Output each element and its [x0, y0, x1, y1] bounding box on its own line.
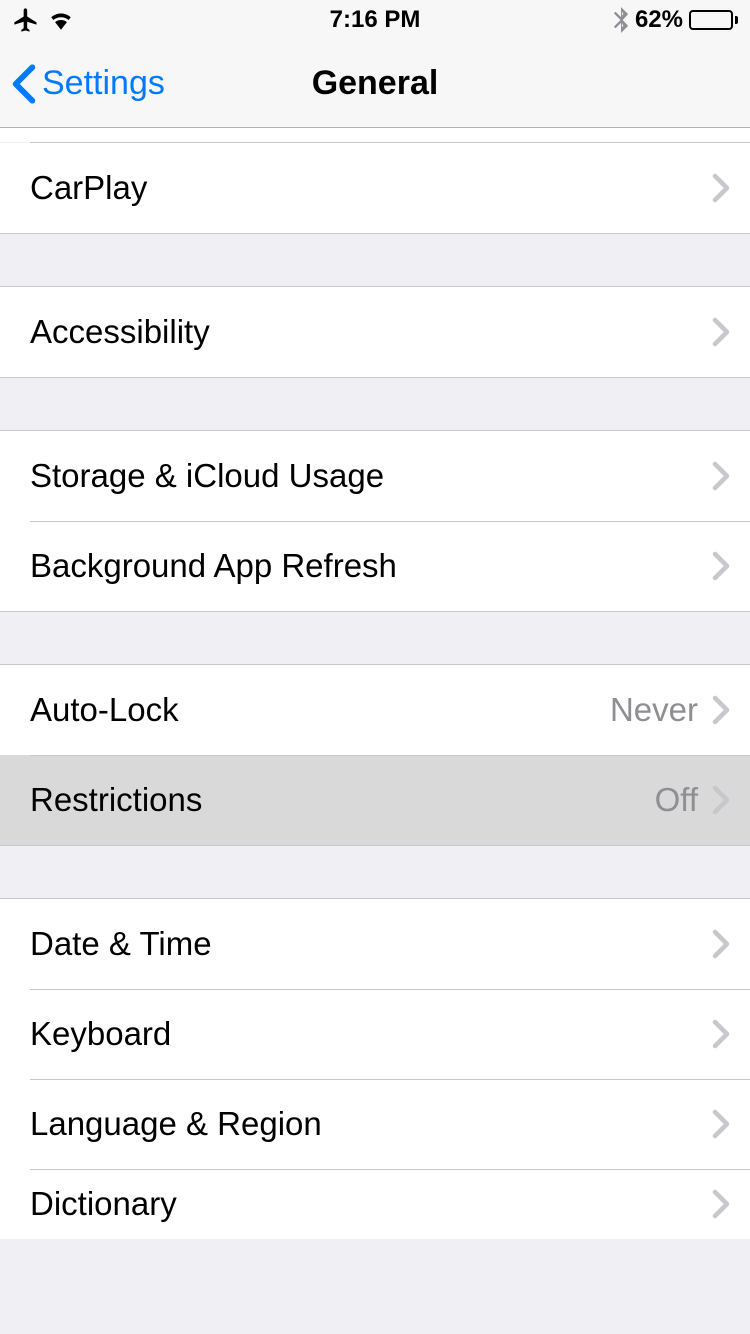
- cell-restrictions[interactable]: Restrictions Off: [0, 755, 750, 845]
- chevron-right-icon: [712, 785, 730, 815]
- group-accessibility: Accessibility: [0, 286, 750, 378]
- cell-label: Restrictions: [30, 781, 655, 819]
- chevron-right-icon: [712, 173, 730, 203]
- chevron-right-icon: [712, 695, 730, 725]
- cell-label: Keyboard: [30, 1015, 712, 1053]
- status-time: 7:16 PM: [330, 6, 421, 34]
- cell-label: Storage & iCloud Usage: [30, 457, 712, 495]
- chevron-right-icon: [712, 929, 730, 959]
- cell-date-time[interactable]: Date & Time: [0, 899, 750, 989]
- cell-label: Language & Region: [30, 1105, 712, 1143]
- cell-carplay[interactable]: CarPlay: [0, 143, 750, 233]
- cell-label: CarPlay: [30, 169, 712, 207]
- chevron-right-icon: [712, 1189, 730, 1219]
- status-bar: 7:16 PM 62%: [0, 0, 750, 40]
- cell-label: Dictionary: [30, 1185, 712, 1223]
- cell-value: Off: [655, 781, 698, 819]
- settings-list: CarPlay Accessibility Storage & iCloud U…: [0, 128, 750, 1239]
- chevron-right-icon: [712, 1019, 730, 1049]
- cell-label: Accessibility: [30, 313, 712, 351]
- cell-dictionary[interactable]: Dictionary: [0, 1169, 750, 1239]
- cell-storage-icloud[interactable]: Storage & iCloud Usage: [0, 431, 750, 521]
- bluetooth-icon: [613, 7, 629, 33]
- chevron-right-icon: [712, 551, 730, 581]
- group-locale: Date & Time Keyboard Language & Region D…: [0, 898, 750, 1239]
- cell-accessibility[interactable]: Accessibility: [0, 287, 750, 377]
- nav-bar: Settings General: [0, 40, 750, 128]
- battery-percent: 62%: [635, 6, 683, 34]
- back-button[interactable]: Settings: [0, 64, 165, 104]
- cell-label: Auto-Lock: [30, 691, 610, 729]
- group-lock: Auto-Lock Never Restrictions Off: [0, 664, 750, 846]
- cell-language-region[interactable]: Language & Region: [0, 1079, 750, 1169]
- page-title: General: [312, 64, 439, 103]
- chevron-right-icon: [712, 1109, 730, 1139]
- chevron-right-icon: [712, 461, 730, 491]
- cell-label: Background App Refresh: [30, 547, 712, 585]
- cell-label: Date & Time: [30, 925, 712, 963]
- cell-auto-lock[interactable]: Auto-Lock Never: [0, 665, 750, 755]
- battery-icon: [689, 10, 738, 30]
- wifi-icon: [48, 10, 74, 30]
- chevron-right-icon: [712, 317, 730, 347]
- group-storage: Storage & iCloud Usage Background App Re…: [0, 430, 750, 612]
- cell-value: Never: [610, 691, 698, 729]
- group-carplay: CarPlay: [0, 143, 750, 234]
- cell-keyboard[interactable]: Keyboard: [0, 989, 750, 1079]
- status-right: 62%: [613, 6, 738, 34]
- cell-background-app-refresh[interactable]: Background App Refresh: [0, 521, 750, 611]
- back-label: Settings: [42, 64, 165, 103]
- airplane-mode-icon: [12, 6, 40, 34]
- status-left: [12, 6, 74, 34]
